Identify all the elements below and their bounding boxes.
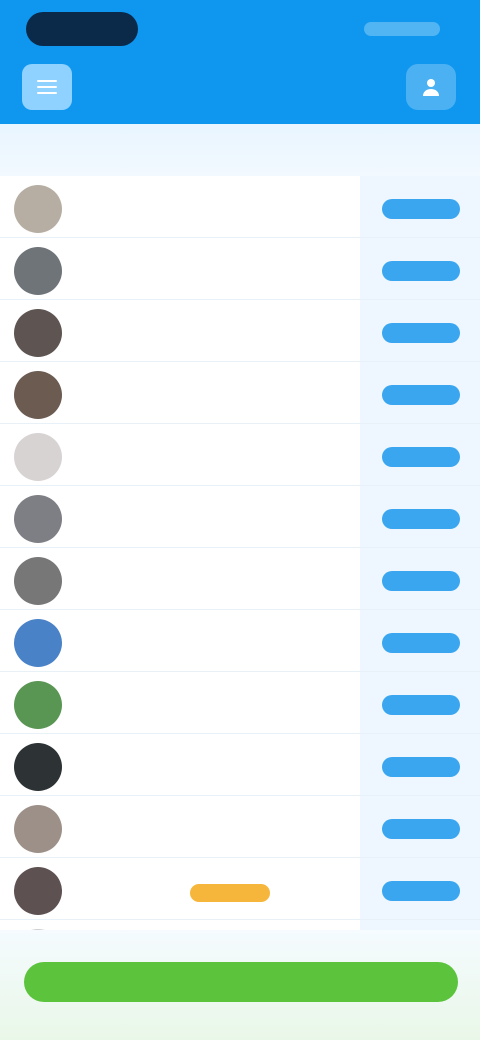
avatar [14, 247, 62, 295]
avatar [14, 495, 62, 543]
list-item-name [74, 260, 242, 280]
avatar [14, 371, 62, 419]
menu-icon[interactable] [22, 64, 72, 110]
list-item[interactable] [0, 486, 480, 548]
avatar [14, 681, 62, 729]
avatar [14, 805, 62, 853]
list-item-name [74, 694, 242, 714]
list-item-action-button[interactable] [382, 509, 460, 529]
list-item-action-button[interactable] [382, 447, 460, 467]
list-item[interactable] [0, 362, 480, 424]
avatar [14, 309, 62, 357]
list-item-name [74, 508, 242, 528]
column-header-left [22, 142, 142, 158]
list-item-action-button[interactable] [382, 881, 460, 901]
list-item-action-button[interactable] [382, 199, 460, 219]
list-item-action-button[interactable] [382, 385, 460, 405]
status-badge [190, 884, 270, 902]
list-item[interactable] [0, 796, 480, 858]
list-item-action-button[interactable] [382, 261, 460, 281]
list-item-name [74, 818, 242, 838]
avatar [14, 433, 62, 481]
app-header [0, 0, 480, 124]
list-item-name [74, 384, 242, 404]
avatar [14, 619, 62, 667]
list-item-name [74, 756, 242, 776]
list-item[interactable] [0, 548, 480, 610]
primary-action-button[interactable] [24, 962, 458, 1002]
list-item[interactable] [0, 424, 480, 486]
list-item-name [74, 322, 242, 342]
list-item[interactable] [0, 734, 480, 796]
list-item-name [74, 632, 242, 652]
list-item-action-button[interactable] [382, 695, 460, 715]
list-item-action-button[interactable] [382, 571, 460, 591]
column-header-row [0, 124, 480, 176]
list-item-action-button[interactable] [382, 757, 460, 777]
profile-icon[interactable] [406, 64, 456, 110]
status-pill [26, 12, 138, 46]
avatar [14, 185, 62, 233]
list-item-name [74, 570, 242, 590]
list-item-action-button[interactable] [382, 819, 460, 839]
list-item-action-button[interactable] [382, 633, 460, 653]
column-header-middle [190, 142, 300, 158]
list-item[interactable] [0, 672, 480, 734]
list-item[interactable] [0, 300, 480, 362]
list-item[interactable] [0, 176, 480, 238]
member-list [0, 176, 480, 956]
column-header-right [346, 142, 458, 158]
list-item-action-button[interactable] [382, 323, 460, 343]
list-item[interactable] [0, 858, 480, 920]
list-item[interactable] [0, 610, 480, 672]
list-item[interactable] [0, 238, 480, 300]
app-screen [0, 0, 480, 1040]
list-item-name [74, 198, 242, 218]
header-title [130, 70, 350, 104]
avatar [14, 743, 62, 791]
avatar [14, 557, 62, 605]
list-item-name [74, 446, 242, 466]
avatar [14, 867, 62, 915]
status-indicators [364, 22, 440, 36]
